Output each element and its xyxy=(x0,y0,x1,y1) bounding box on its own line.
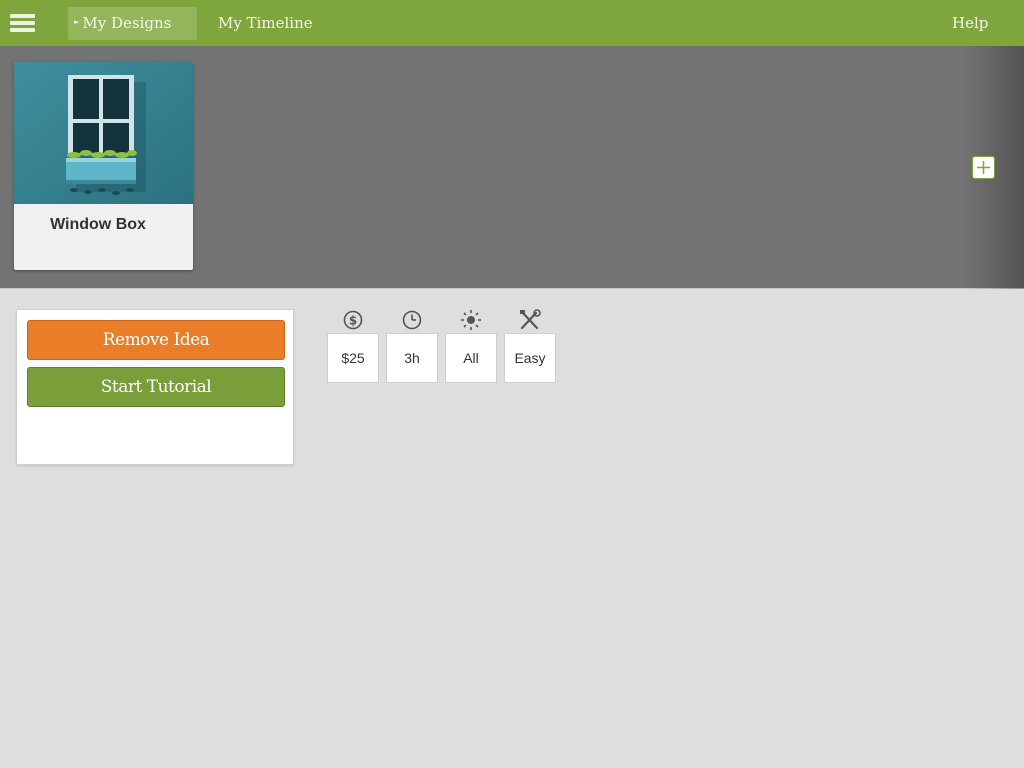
sun-icon xyxy=(461,310,481,330)
design-card-window-box[interactable]: Window Box xyxy=(14,62,193,270)
stat-difficulty-value: Easy xyxy=(504,333,556,383)
start-tutorial-button[interactable]: Start Tutorial xyxy=(27,367,285,407)
plus-icon xyxy=(977,161,990,174)
hamburger-menu-icon[interactable] xyxy=(10,14,35,33)
designs-gallery: Window Box xyxy=(0,46,1024,289)
top-nav-bar: ► My Designs My Timeline Help xyxy=(0,0,1024,46)
window-box-thumbnail xyxy=(14,62,193,204)
idea-actions-panel: Remove Idea Start Tutorial xyxy=(16,309,294,465)
nav-my-timeline-label: My Timeline xyxy=(218,14,313,32)
stat-cost-value: $25 xyxy=(327,333,379,383)
nav-my-designs[interactable]: ► My Designs xyxy=(68,7,197,40)
dollar-icon: $ xyxy=(343,310,363,330)
stat-season-value: All xyxy=(445,333,497,383)
nav-my-designs-label: My Designs xyxy=(82,14,172,32)
stat-time-value: 3h xyxy=(386,333,438,383)
design-card-title: Window Box xyxy=(50,216,146,233)
svg-text:$: $ xyxy=(349,314,357,328)
remove-idea-button[interactable]: Remove Idea xyxy=(27,320,285,360)
play-triangle-icon: ► xyxy=(74,17,80,26)
tools-icon xyxy=(520,309,541,330)
clock-icon xyxy=(402,310,422,330)
add-design-button[interactable] xyxy=(972,156,995,179)
help-link[interactable]: Help xyxy=(952,7,988,40)
nav-my-timeline[interactable]: My Timeline xyxy=(218,7,313,40)
